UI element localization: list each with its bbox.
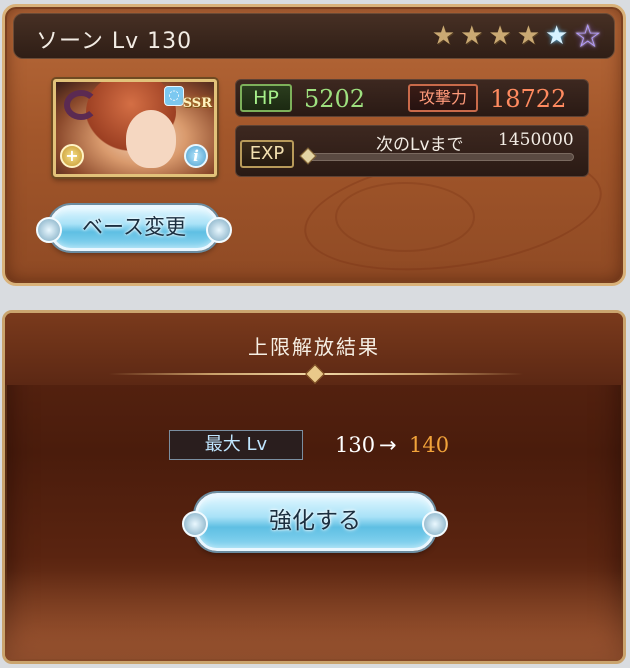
star-icon: ★ [488,21,512,51]
exp-panel: EXP 次のLvまで 1450000 [235,125,589,177]
max-level-label: 最大 Lv [169,430,303,460]
character-name-level: ソーン Lv 130 [36,29,193,54]
dialog-bottom-glow [5,571,623,661]
portrait-face [126,110,176,168]
character-portrait[interactable]: ◌ SSR + i [53,79,217,177]
blue-star-icon: ★ [545,21,569,51]
plus-icon[interactable]: + [60,144,84,168]
info-icon[interactable]: i [184,144,208,168]
next-level-text: 次のLvまで [376,135,464,155]
star-icon: ★ [431,21,456,51]
attack-value: 18722 [490,85,567,113]
attack-label: 攻撃力 [408,84,478,112]
old-max-level: 130 [335,433,376,457]
rarity-badge: SSR [182,96,212,111]
arrow-right-icon: → [379,433,397,457]
star-icon: ★ [460,21,484,51]
uncap-result-dialog: 上限解放結果 最大 Lv 130 → 140 強化する [2,310,626,664]
hp-value: 5202 [304,85,366,113]
title-bar: ソーン Lv 130 ★ ★ ★ ★ ★ ☆ [13,13,615,59]
star-icon: ★ [516,21,540,51]
hp-label: HP [240,84,292,112]
decorative-swirl [335,182,475,252]
exp-progress-bar [308,153,574,161]
enhance-button[interactable]: 強化する [182,493,448,551]
portrait-horn [64,90,98,120]
character-card: ソーン Lv 130 ★ ★ ★ ★ ★ ☆ ◌ SSR + i HP 5202… [2,4,626,286]
stat-panel: HP 5202 攻撃力 18722 [235,79,589,117]
exp-label: EXP [240,140,294,168]
uncap-stars: ★ ★ ★ ★ ★ ☆ [432,20,602,52]
purple-star-icon: ☆ [573,17,602,55]
element-icon: ◌ [164,86,184,106]
base-change-button[interactable]: ベース変更 [36,205,232,251]
dialog-title: 上限解放結果 [248,335,380,359]
diamond-icon [299,147,317,165]
new-max-level: 140 [409,433,450,457]
next-level-value: 1450000 [498,130,574,150]
